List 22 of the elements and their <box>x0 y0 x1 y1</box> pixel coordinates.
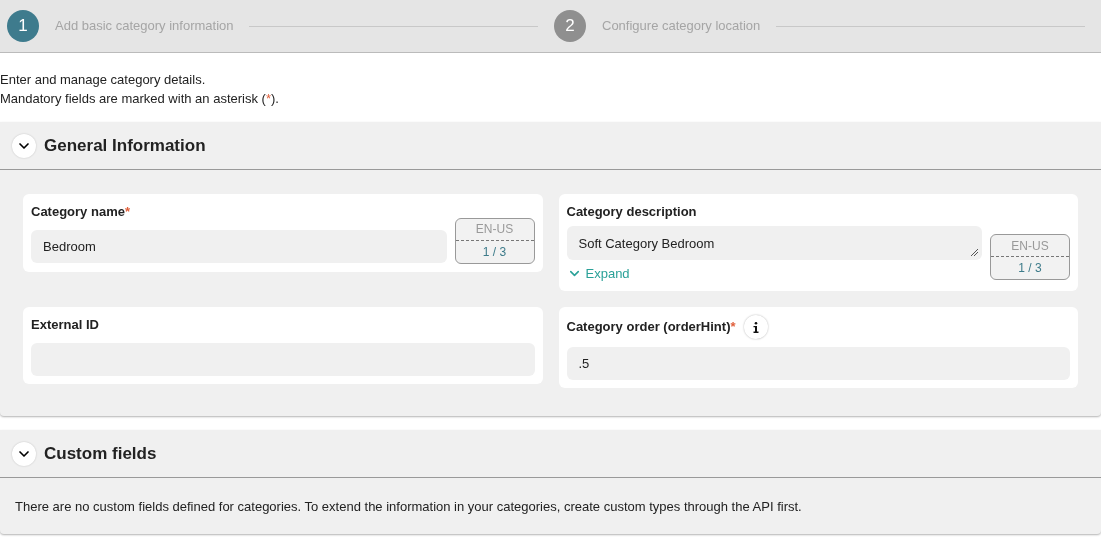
textarea-field[interactable]: Soft Category Bedroom <box>566 225 982 260</box>
locale-button[interactable]: EN-US 1 / 3 <box>990 234 1070 280</box>
collapse-button[interactable] <box>12 133 36 158</box>
input-field[interactable]: .5 <box>566 347 1070 380</box>
step-label: Add basic category information <box>55 17 234 36</box>
field-label: Category description <box>566 203 697 221</box>
locale-button[interactable]: EN-US 1 / 3 <box>454 217 535 264</box>
intro-text: Enter and manage category details. <box>0 71 207 89</box>
field-label: Category order (orderHint)* <box>566 318 736 337</box>
step-label: Configure category location <box>602 17 761 36</box>
info-icon[interactable] <box>743 315 768 339</box>
collapse-button[interactable] <box>12 441 36 466</box>
field-label: External ID <box>31 316 99 334</box>
input-field[interactable]: Bedroom <box>31 230 447 263</box>
step-number: 2 <box>554 10 586 42</box>
section-title: General Information <box>44 134 206 157</box>
step-number: 1 <box>7 10 39 42</box>
section-title: Custom fields <box>44 442 157 465</box>
empty-message: There are no custom fields defined for categories. To extend the information in your categories, create custom types through the API first. <box>15 499 802 514</box>
field-label: Category name* <box>31 203 130 221</box>
intro-text: Mandatory fields are marked with an asterisk (*). <box>0 90 280 108</box>
resize-handle-icon[interactable] <box>970 247 978 256</box>
